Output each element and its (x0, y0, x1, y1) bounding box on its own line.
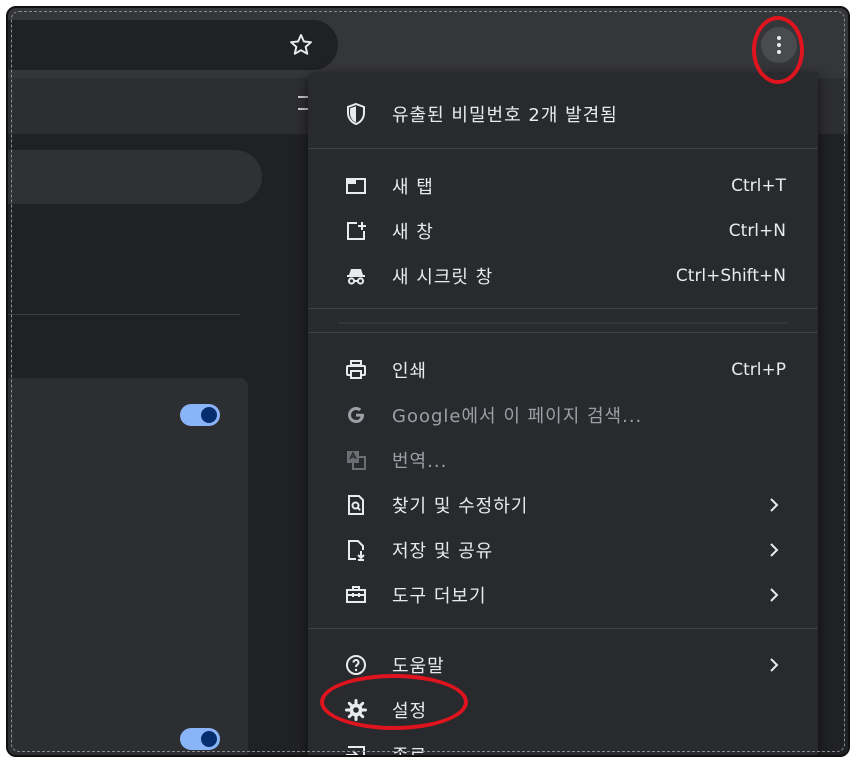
shortcut-label: Ctrl+P (731, 360, 786, 380)
find-icon (348, 495, 364, 515)
menu-divider-strip (338, 322, 788, 324)
gear-icon (345, 699, 367, 721)
menu-item-label: 인쇄 (392, 361, 428, 382)
shortcut-label: Ctrl+N (728, 221, 786, 241)
chevron-right-icon (770, 543, 779, 557)
save-share-icon (348, 540, 365, 561)
menu-separator (308, 308, 818, 309)
menu-item-exit[interactable]: 종료 (308, 733, 818, 757)
google-icon (348, 407, 364, 423)
menu-item-label: 새 창 (392, 222, 434, 243)
shield-icon (347, 102, 365, 126)
star-icon[interactable] (288, 32, 314, 58)
chevron-right-icon (770, 498, 779, 512)
more-vert-icon[interactable] (761, 27, 797, 63)
menu-item-label: 찾기 및 수정하기 (392, 496, 529, 517)
menu-separator (308, 332, 818, 333)
chevron-right-icon (770, 658, 779, 672)
menu-item-label: 도구 더보기 (392, 586, 487, 607)
menu-item-more-tools[interactable]: 도구 더보기 (308, 573, 818, 617)
new-window-icon (347, 222, 366, 240)
exit-icon (346, 746, 365, 755)
menu-item-label: 설정 (392, 701, 428, 722)
menu-item-settings[interactable]: 설정 (308, 688, 818, 732)
menu-item-help[interactable]: 도움말 (308, 643, 818, 687)
menu-item-save-share[interactable]: 저장 및 공유 (308, 528, 818, 572)
toggle-switch[interactable] (180, 728, 220, 750)
divider (8, 314, 240, 315)
menu-item-incognito[interactable]: 새 시크릿 창 Ctrl+Shift+N (308, 254, 818, 298)
menu-item-search-google[interactable]: Google에서 이 페이지 검색... (308, 393, 818, 437)
help-icon (346, 655, 366, 675)
shortcut-label: Ctrl+Shift+N (675, 266, 786, 286)
settings-card (8, 378, 248, 755)
menu-separator (308, 148, 818, 149)
menu-item-label: 새 시크릿 창 (392, 267, 494, 288)
menu-item-new-tab[interactable]: 새 탭 Ctrl+T (308, 164, 818, 208)
menu-item-label: Google에서 이 페이지 검색... (392, 406, 643, 427)
menu-item-label: 도움말 (392, 656, 445, 677)
menu-item-print[interactable]: 인쇄 Ctrl+P (308, 348, 818, 392)
incognito-icon (347, 269, 365, 285)
toggle-switch[interactable] (180, 404, 220, 426)
menu-item-label: 종료 (392, 746, 428, 757)
menu-item-find-edit[interactable]: 찾기 및 수정하기 (308, 483, 818, 527)
print-icon (346, 360, 366, 379)
chrome-main-menu: 유출된 비밀번호 2개 발견됨 새 탭 Ctrl+T 새 창 Ctrl+N 새 … (308, 72, 818, 757)
toolbox-icon (346, 586, 366, 603)
menu-item-label: 저장 및 공유 (392, 541, 494, 562)
menu-item-label: 번역... (392, 451, 448, 472)
translate-icon (347, 451, 366, 470)
chevron-right-icon (770, 588, 779, 602)
menu-separator (308, 628, 818, 629)
menu-item-label: 유출된 비밀번호 2개 발견됨 (392, 105, 618, 126)
menu-item-label: 새 탭 (392, 177, 434, 198)
tab-icon (346, 178, 366, 194)
menu-item-new-window[interactable]: 새 창 Ctrl+N (308, 209, 818, 253)
menu-item-password-alert[interactable]: 유출된 비밀번호 2개 발견됨 (308, 92, 818, 136)
menu-item-translate[interactable]: 번역... (308, 438, 818, 482)
shortcut-label: Ctrl+T (731, 176, 786, 196)
settings-search-box[interactable] (8, 150, 262, 204)
browser-window: 유출된 비밀번호 2개 발견됨 새 탭 Ctrl+T 새 창 Ctrl+N 새 … (6, 6, 850, 757)
